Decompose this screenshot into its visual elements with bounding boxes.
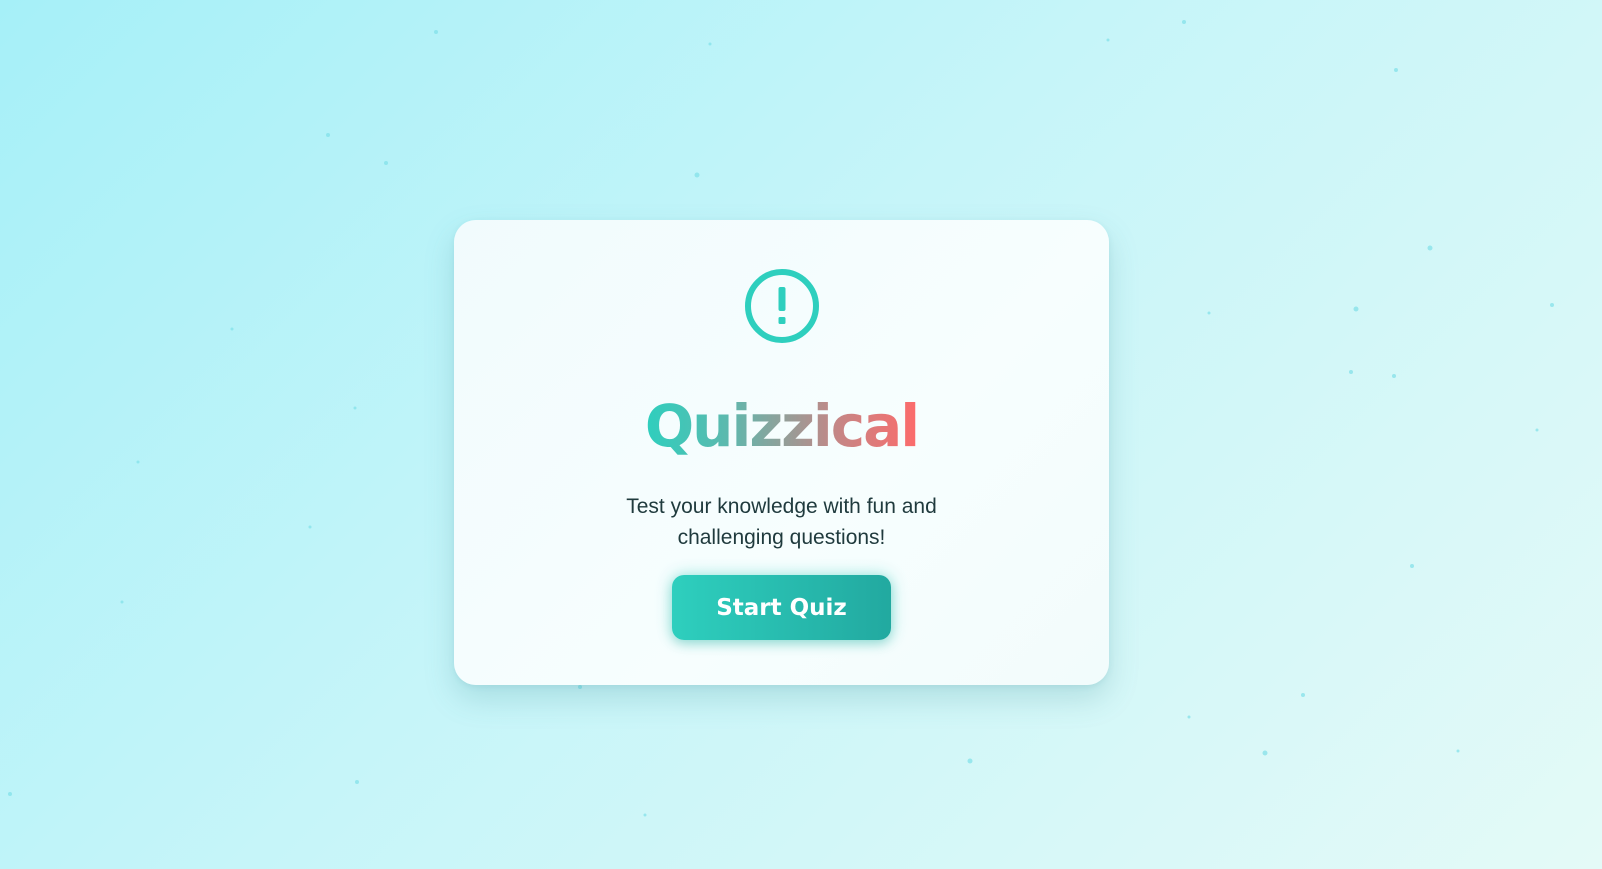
app-title: Quizzical xyxy=(644,392,920,460)
welcome-card: Quizzical Test your knowledge with fun a… xyxy=(454,220,1109,685)
app-subtitle: Test your knowledge with fun and challen… xyxy=(626,495,937,549)
start-quiz-button[interactable]: Start Quiz xyxy=(672,575,891,640)
title-wrapper: Quizzical xyxy=(454,393,1109,459)
alert-circle-icon xyxy=(745,269,819,343)
